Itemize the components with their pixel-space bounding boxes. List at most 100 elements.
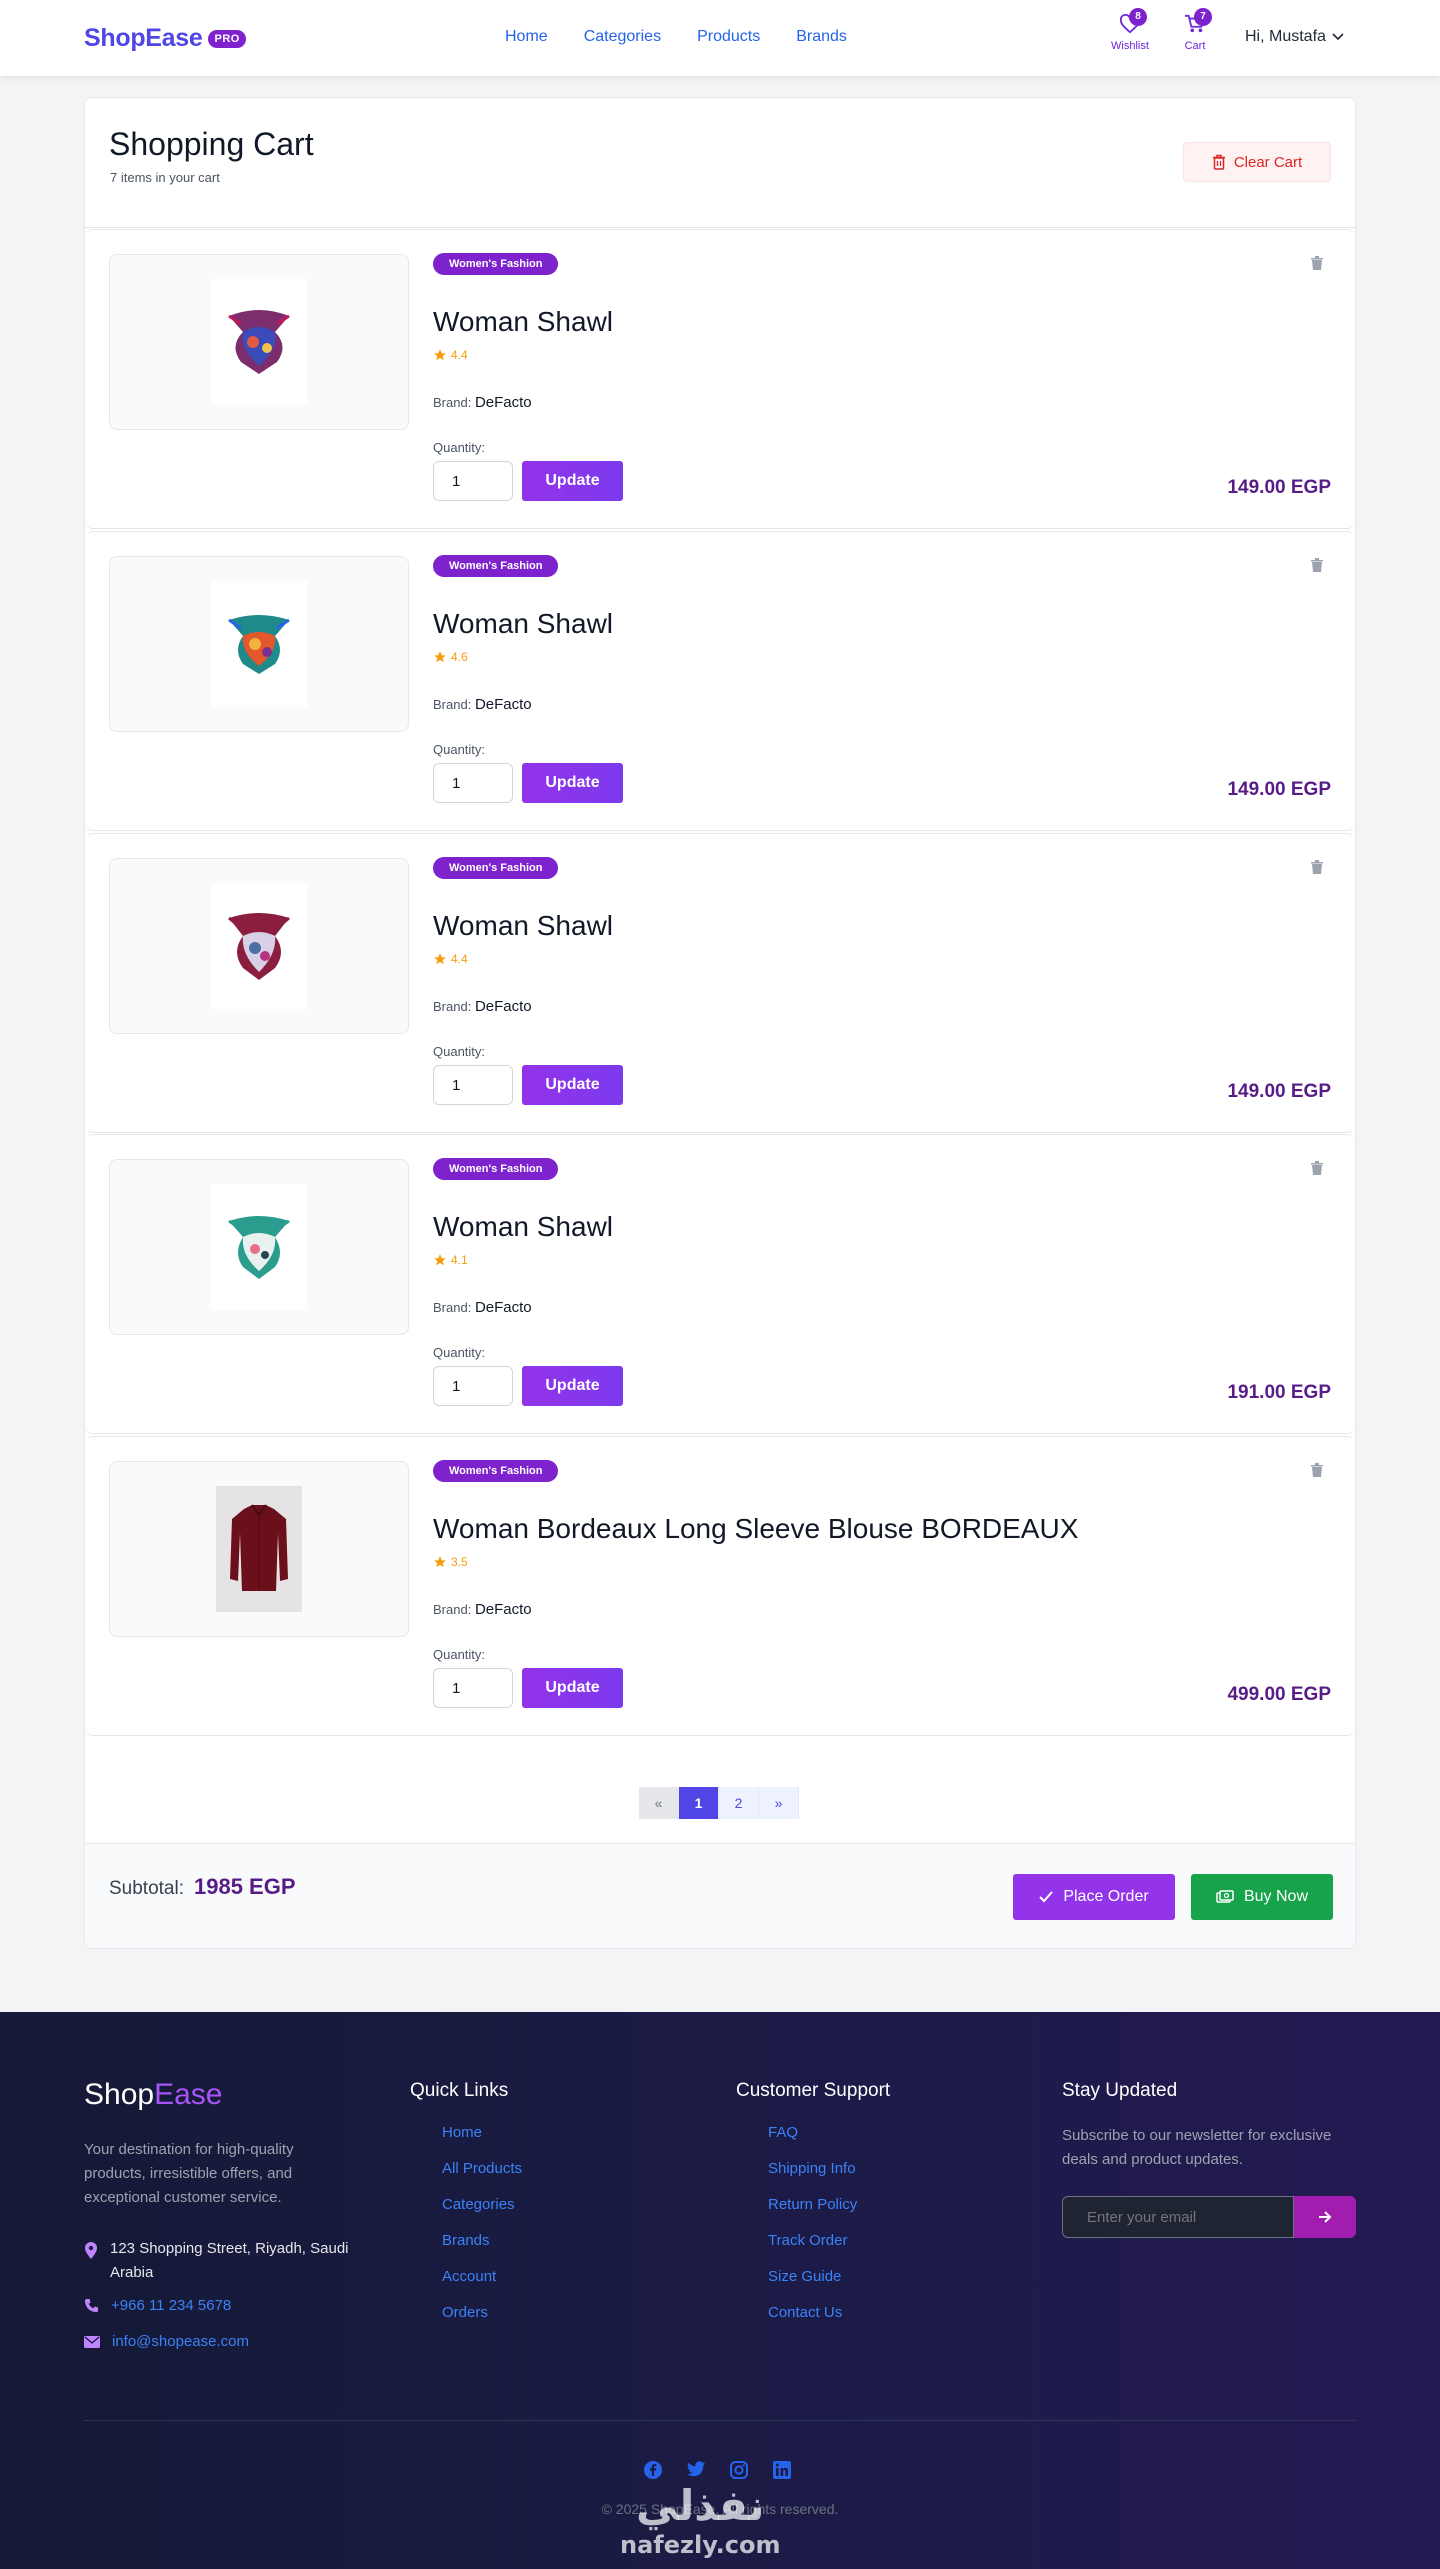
user-menu[interactable]: Hi, Mustafa xyxy=(1245,28,1344,46)
page-title: Shopping Cart xyxy=(109,126,314,162)
wishlist-button[interactable]: 8 Wishlist xyxy=(1105,8,1155,52)
quantity-input[interactable] xyxy=(433,461,513,501)
update-button[interactable]: Update xyxy=(522,763,623,803)
phone-link[interactable]: +966 11 234 5678 xyxy=(111,2294,231,2318)
pagination-next[interactable]: » xyxy=(759,1787,799,1819)
cart-summary: Subtotal: 1985 EGP Place Order Buy Now xyxy=(85,1843,1355,1948)
pagination-prev[interactable]: « xyxy=(639,1787,679,1819)
instagram-icon[interactable] xyxy=(729,2460,749,2480)
product-name[interactable]: Woman Bordeaux Long Sleeve Blouse BORDEA… xyxy=(433,1513,1078,1545)
phone-icon xyxy=(84,2298,99,2313)
footer-link-return-policy[interactable]: Return Policy xyxy=(768,2196,857,2232)
logo-badge: PRO xyxy=(208,29,246,48)
brand-label: Brand: xyxy=(433,1602,472,1617)
footer-link-orders[interactable]: Orders xyxy=(442,2304,522,2340)
product-brand: Brand: DeFacto xyxy=(433,1299,532,1316)
footer-link-home[interactable]: Home xyxy=(442,2124,522,2160)
shawl-image xyxy=(228,1216,290,1279)
cart-item: Women's Fashion Woman Shawl 4.6 Brand: D… xyxy=(85,531,1355,831)
place-order-label: Place Order xyxy=(1063,1888,1149,1905)
nav-links: Home Categories Products Brands xyxy=(505,28,883,46)
category-badge: Women's Fashion xyxy=(433,1158,559,1180)
brand-value: DeFacto xyxy=(474,696,532,713)
remove-item-trash-icon[interactable] xyxy=(1311,860,1323,874)
place-order-button[interactable]: Place Order xyxy=(1013,1874,1175,1920)
product-image[interactable] xyxy=(109,1159,409,1335)
product-rating: 4.6 xyxy=(433,650,468,664)
product-image[interactable] xyxy=(109,858,409,1034)
product-brand: Brand: DeFacto xyxy=(433,998,532,1015)
product-name[interactable]: Woman Shawl xyxy=(433,306,613,338)
buy-now-button[interactable]: Buy Now xyxy=(1191,1874,1333,1920)
footer-link-categories[interactable]: Categories xyxy=(442,2196,522,2232)
item-price: 191.00 EGP xyxy=(1227,1382,1331,1403)
brand-value: DeFacto xyxy=(474,1601,532,1618)
product-name[interactable]: Woman Shawl xyxy=(433,1211,613,1243)
nav-link-products[interactable]: Products xyxy=(697,28,760,46)
remove-item-trash-icon[interactable] xyxy=(1311,558,1323,572)
newsletter-submit-button[interactable] xyxy=(1294,2196,1356,2238)
social-links xyxy=(643,2460,792,2480)
star-icon xyxy=(434,651,446,663)
update-button[interactable]: Update xyxy=(522,1065,623,1105)
category-badge: Women's Fashion xyxy=(433,1460,559,1482)
product-brand: Brand: DeFacto xyxy=(433,1601,532,1618)
logo-text[interactable]: ShopEase xyxy=(84,24,203,53)
remove-item-trash-icon[interactable] xyxy=(1311,1161,1323,1175)
twitter-icon[interactable] xyxy=(686,2460,706,2478)
product-image[interactable] xyxy=(109,556,409,732)
newsletter-email-input[interactable] xyxy=(1062,2196,1294,2238)
product-brand: Brand: DeFacto xyxy=(433,696,532,713)
nav-link-brands[interactable]: Brands xyxy=(796,28,847,46)
footer-logo-part1: Shop xyxy=(84,2078,155,2111)
cart-item-count: 7 items in your cart xyxy=(110,170,220,185)
remove-item-trash-icon[interactable] xyxy=(1311,256,1323,270)
footer-email: info@shopease.com xyxy=(84,2330,249,2354)
quantity-input[interactable] xyxy=(433,1366,513,1406)
product-image[interactable] xyxy=(109,254,409,430)
update-button[interactable]: Update xyxy=(522,1366,623,1406)
footer-link-account[interactable]: Account xyxy=(442,2268,522,2304)
footer-link-all-products[interactable]: All Products xyxy=(442,2160,522,2196)
quantity-input[interactable] xyxy=(433,763,513,803)
quantity-input[interactable] xyxy=(433,1065,513,1105)
footer-link-brands[interactable]: Brands xyxy=(442,2232,522,2268)
brand-value: DeFacto xyxy=(474,394,532,411)
item-price: 499.00 EGP xyxy=(1227,1684,1331,1705)
pagination-page-1[interactable]: 1 xyxy=(679,1787,719,1819)
nav-link-home[interactable]: Home xyxy=(505,28,548,46)
facebook-icon[interactable] xyxy=(643,2460,663,2480)
product-name[interactable]: Woman Shawl xyxy=(433,608,613,640)
remove-item-trash-icon[interactable] xyxy=(1311,1463,1323,1477)
footer-link-faq[interactable]: FAQ xyxy=(768,2124,857,2160)
location-pin-icon xyxy=(85,2242,97,2259)
cart-item: Women's Fashion Woman Shawl 4.4 Brand: D… xyxy=(85,833,1355,1133)
footer-link-shipping-info[interactable]: Shipping Info xyxy=(768,2160,857,2196)
linkedin-icon[interactable] xyxy=(772,2460,792,2480)
update-button[interactable]: Update xyxy=(522,461,623,501)
email-link[interactable]: info@shopease.com xyxy=(112,2330,249,2354)
cart-button[interactable]: 7 Cart xyxy=(1170,8,1220,52)
quantity-label: Quantity: xyxy=(433,440,486,455)
footer-logo[interactable]: ShopEase xyxy=(84,2078,222,2112)
footer-link-size-guide[interactable]: Size Guide xyxy=(768,2268,857,2304)
envelope-icon xyxy=(84,2336,100,2348)
footer-link-track-order[interactable]: Track Order xyxy=(768,2232,857,2268)
nav-link-categories[interactable]: Categories xyxy=(584,28,661,46)
product-image[interactable] xyxy=(109,1461,409,1637)
product-brand: Brand: DeFacto xyxy=(433,394,532,411)
pagination-page-2[interactable]: 2 xyxy=(719,1787,759,1819)
clear-cart-button[interactable]: Clear Cart xyxy=(1183,142,1331,182)
quantity-label: Quantity: xyxy=(433,742,486,757)
quick-links-title: Quick Links xyxy=(410,2080,509,2101)
quantity-input[interactable] xyxy=(433,1668,513,1708)
star-icon xyxy=(434,1556,446,1568)
category-badge: Women's Fashion xyxy=(433,857,559,879)
logo[interactable]: ShopEase PRO xyxy=(84,24,246,53)
product-name[interactable]: Woman Shawl xyxy=(433,910,613,942)
user-greeting: Hi, Mustafa xyxy=(1245,28,1326,45)
update-button[interactable]: Update xyxy=(522,1668,623,1708)
money-icon xyxy=(1216,1890,1234,1903)
footer-link-contact-us[interactable]: Contact Us xyxy=(768,2304,857,2340)
rating-value: 4.6 xyxy=(451,650,468,664)
